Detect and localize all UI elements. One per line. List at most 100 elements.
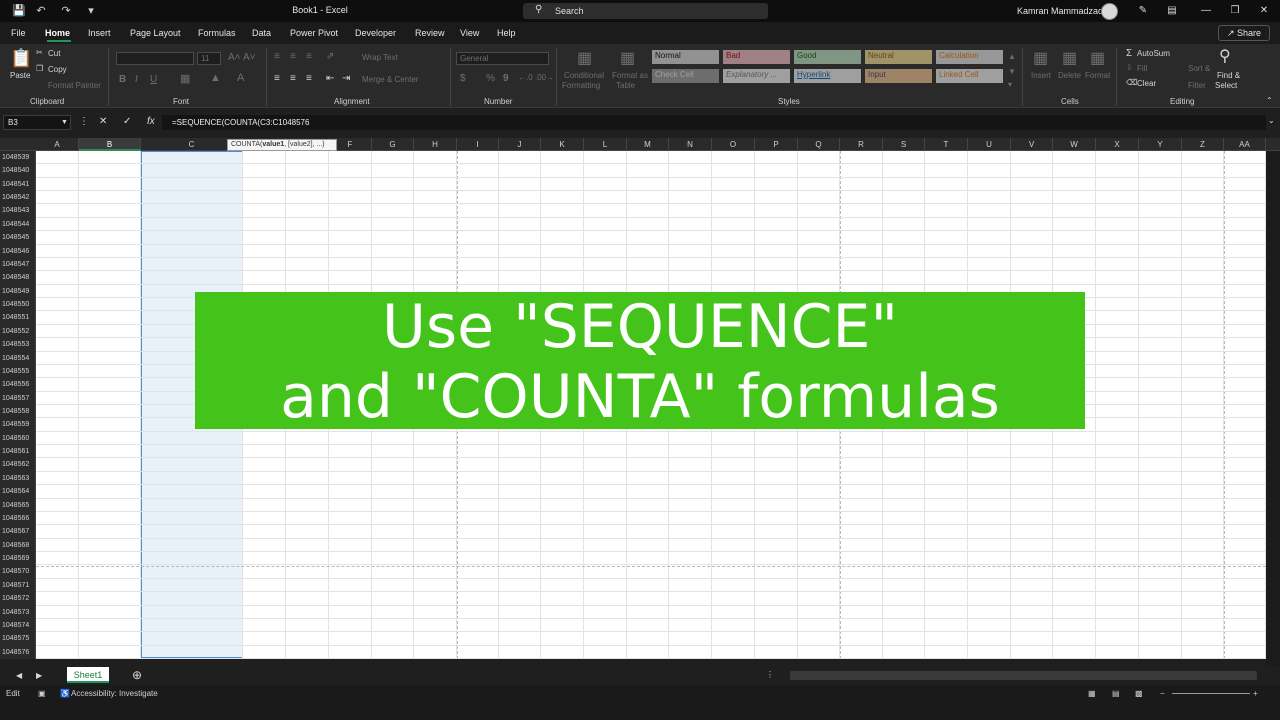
row-header-item[interactable]: 1048557 (0, 392, 35, 405)
style-good[interactable]: Good (794, 50, 861, 64)
column-header-s[interactable]: S (883, 138, 925, 151)
row-header-item[interactable]: 1048570 (0, 565, 35, 578)
column-header-j[interactable]: J (499, 138, 541, 151)
row-header-item[interactable]: 1048543 (0, 204, 35, 217)
column-header-aa[interactable]: AA (1224, 138, 1266, 151)
cut-button[interactable]: Cut (48, 49, 60, 58)
find-icon[interactable]: ⚲ (1219, 46, 1231, 66)
row-header-item[interactable]: 1048544 (0, 218, 35, 231)
shrink-font-icon[interactable]: A˅ (243, 52, 256, 63)
tab-power-pivot[interactable]: Power Pivot (290, 28, 338, 38)
column-header-p[interactable]: P (755, 138, 798, 151)
row-header-item[interactable]: 1048554 (0, 352, 35, 365)
page-layout-view-icon[interactable]: ▤ (1112, 689, 1120, 698)
zoom-in-icon[interactable]: + (1253, 689, 1258, 698)
row-header-item[interactable]: 1048569 (0, 552, 35, 565)
format-cells-icon[interactable]: ▦ (1090, 48, 1105, 68)
paste-icon[interactable]: 📋 (10, 48, 32, 69)
user-name[interactable]: Kamran Mammadzada (1017, 6, 1108, 16)
styles-scroll-up-icon[interactable]: ▲ (1008, 52, 1016, 61)
pen-icon[interactable]: ✎ (1133, 3, 1153, 19)
merge-center-button[interactable]: Merge & Center (362, 75, 418, 84)
font-name-select[interactable] (116, 52, 194, 65)
row-header-item[interactable]: 1048548 (0, 271, 35, 284)
accessibility-status[interactable]: Accessibility: Investigate (71, 689, 158, 698)
row-header-item[interactable]: 1048561 (0, 445, 35, 458)
macro-icon[interactable]: ▣ (38, 689, 46, 698)
delete-cells-icon[interactable]: ▦ (1062, 48, 1077, 68)
style-bad[interactable]: Bad (723, 50, 790, 64)
decrease-decimal-icon[interactable]: .00→ (535, 73, 554, 82)
column-header-x[interactable]: X (1096, 138, 1139, 151)
conditional-formatting-label-2[interactable]: Formatting (562, 81, 600, 90)
format-as-table-label-1[interactable]: Format as (612, 71, 648, 80)
style-normal[interactable]: Normal (652, 50, 719, 64)
comma-button[interactable]: 9 (503, 73, 509, 84)
row-header-item[interactable]: 1048547 (0, 258, 35, 271)
paste-button[interactable]: Paste (10, 71, 30, 80)
enter-icon[interactable]: ✓ (123, 116, 131, 127)
row-header-item[interactable]: 1048541 (0, 178, 35, 191)
format-as-table-icon[interactable]: ▦ (620, 48, 635, 68)
fill-icon[interactable]: ⇩ (1126, 63, 1133, 72)
row-header-item[interactable]: 1048576 (0, 646, 35, 659)
conditional-formatting-icon[interactable]: ▦ (577, 48, 592, 68)
column-header-k[interactable]: K (541, 138, 584, 151)
column-header-a[interactable]: A (36, 138, 79, 151)
row-header-item[interactable]: 1048573 (0, 606, 35, 619)
copy-button[interactable]: Copy (48, 65, 67, 74)
page-break-view-icon[interactable]: ▩ (1135, 689, 1143, 698)
normal-view-icon[interactable]: ▦ (1088, 689, 1096, 698)
vertical-scrollbar[interactable] (1266, 151, 1280, 669)
row-header-item[interactable]: 1048571 (0, 579, 35, 592)
number-format-select[interactable]: General (456, 52, 549, 65)
row-header-item[interactable]: 1048540 (0, 164, 35, 177)
copy-icon[interactable]: ❐ (36, 64, 43, 73)
avatar[interactable] (1101, 3, 1118, 20)
fill-color-icon[interactable]: ▲ (210, 72, 221, 84)
style-hyperlink[interactable]: Hyperlink (794, 69, 861, 83)
bold-button[interactable]: B (119, 74, 126, 85)
horizontal-scrollbar[interactable] (790, 671, 1257, 680)
row-header-item[interactable]: 1048575 (0, 632, 35, 645)
row-header-item[interactable]: 1048567 (0, 525, 35, 538)
row-header-item[interactable]: 1048562 (0, 458, 35, 471)
wrap-text-button[interactable]: Wrap Text (362, 53, 398, 62)
grow-font-icon[interactable]: A˄ (228, 52, 241, 63)
format-as-table-label-2[interactable]: Table (616, 81, 635, 90)
delete-cells-button[interactable]: Delete (1058, 71, 1081, 80)
column-header-u[interactable]: U (968, 138, 1011, 151)
align-left-icon[interactable]: ≡ (274, 73, 280, 84)
row-header-item[interactable]: 1048552 (0, 325, 35, 338)
cut-icon[interactable]: ✂ (36, 48, 43, 57)
middle-align-icon[interactable]: ≡ (290, 51, 296, 62)
zoom-out-icon[interactable]: − (1160, 689, 1165, 698)
row-header-item[interactable]: 1048565 (0, 499, 35, 512)
row-header-item[interactable]: 1048542 (0, 191, 35, 204)
style-calculation[interactable]: Calculation (936, 50, 1003, 64)
format-cells-button[interactable]: Format (1085, 71, 1110, 80)
fill-button[interactable]: Fill (1137, 64, 1147, 73)
row-header-item[interactable]: 1048556 (0, 378, 35, 391)
prev-sheet-icon[interactable]: ◀ (16, 671, 22, 680)
row-header-item[interactable]: 1048549 (0, 285, 35, 298)
sort-filter-label-2[interactable]: Filter (1188, 81, 1206, 90)
column-header-q[interactable]: Q (798, 138, 840, 151)
tab-developer[interactable]: Developer (355, 28, 396, 38)
clear-icon[interactable]: ⌫ (1126, 78, 1137, 87)
row-header-item[interactable]: 1048553 (0, 338, 35, 351)
find-select-label-2[interactable]: Select (1215, 81, 1237, 90)
ribbon-display-icon[interactable]: ▤ (1162, 3, 1182, 19)
column-header-z[interactable]: Z (1182, 138, 1224, 151)
align-center-icon[interactable]: ≡ (290, 73, 296, 84)
row-header-item[interactable]: 1048550 (0, 298, 35, 311)
styles-scroll-down-icon[interactable]: ▼ (1008, 67, 1016, 76)
decrease-indent-icon[interactable]: ⇤ (326, 73, 334, 84)
tab-view[interactable]: View (460, 28, 479, 38)
column-header-w[interactable]: W (1053, 138, 1096, 151)
column-header-g[interactable]: G (372, 138, 414, 151)
minimize-icon[interactable]: — (1196, 3, 1216, 19)
column-header-n[interactable]: N (669, 138, 712, 151)
column-header-o[interactable]: O (712, 138, 755, 151)
find-select-label-1[interactable]: Find & (1217, 71, 1240, 80)
